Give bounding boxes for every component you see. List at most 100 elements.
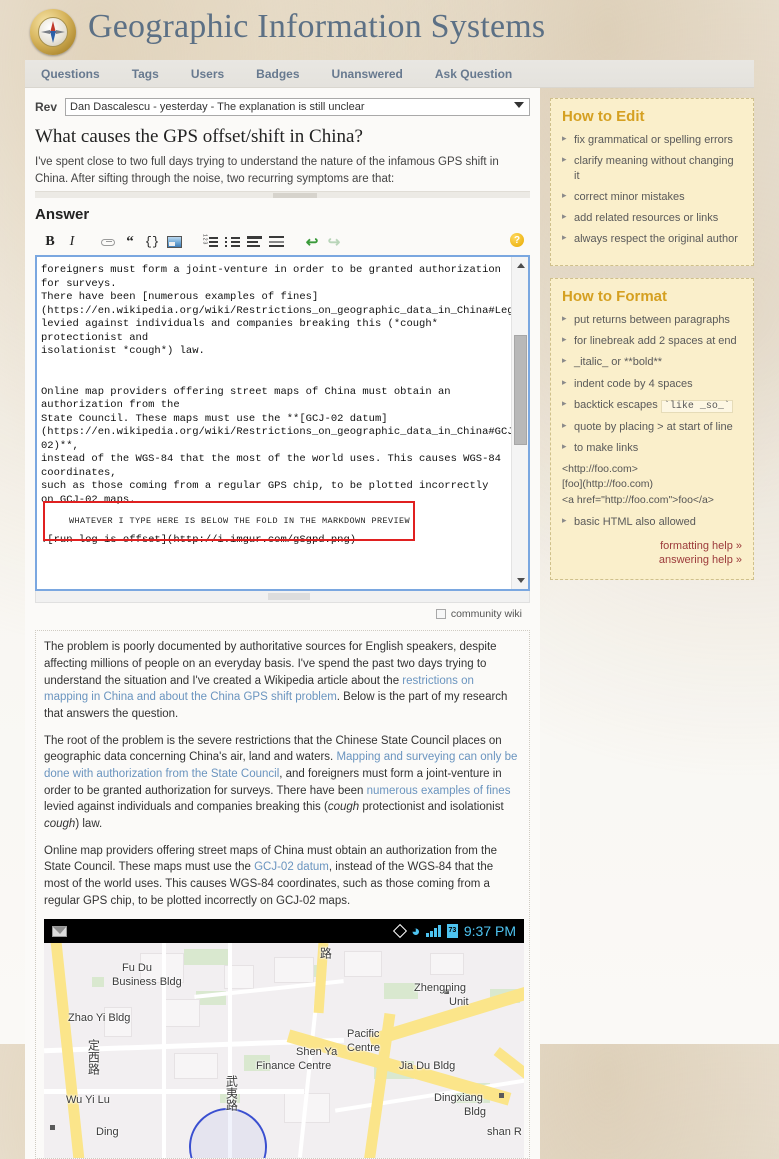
preview-paragraph: The root of the problem is the severe re…: [44, 733, 521, 833]
preview-text: levied against individuals and companies…: [44, 801, 328, 814]
gmail-icon: [52, 925, 67, 937]
revision-label: Rev: [35, 100, 58, 114]
how-to-format-list: put returns between paragraphs for lineb…: [562, 313, 742, 530]
undo-button[interactable]: ↩: [301, 233, 323, 251]
list-item: correct minor mistakes: [562, 190, 742, 204]
horizontal-rule-button[interactable]: [265, 233, 287, 251]
backtick-label: backtick escapes: [574, 398, 658, 411]
how-to-edit-title: How to Edit: [562, 108, 645, 125]
list-item: clarify meaning without changing it: [562, 154, 742, 183]
nav-item-questions[interactable]: Questions: [37, 67, 116, 81]
community-wiki-label: community wiki: [450, 608, 522, 621]
scroll-up-icon[interactable]: [512, 257, 529, 274]
compass-icon: [30, 9, 76, 55]
redo-button[interactable]: ↪: [323, 233, 345, 251]
revision-selected-value: Dan Dascalescu - yesterday - The explana…: [70, 101, 365, 113]
list-item: always respect the original author: [562, 232, 742, 246]
sidebar: How to Edit fix grammatical or spelling …: [540, 88, 754, 592]
map-label: Finance Centre: [256, 1060, 332, 1073]
nav-item-badges[interactable]: Badges: [240, 67, 315, 81]
formatting-help-link[interactable]: formatting help »: [562, 540, 742, 552]
map-label: Ding: [96, 1126, 119, 1139]
heading-icon: [246, 236, 262, 248]
editor-horizontal-scrollbar[interactable]: [35, 591, 530, 604]
blockquote-button[interactable]: “: [119, 233, 141, 251]
map-label: Zhao Yi Bldg: [68, 1012, 131, 1025]
help-icon[interactable]: ?: [510, 233, 524, 248]
android-status-bar: ◕ 73 9:37 PM: [44, 919, 524, 944]
scroll-down-icon[interactable]: [512, 572, 529, 589]
list-item: basic HTML also allowed: [562, 515, 742, 529]
link-button[interactable]: [97, 233, 119, 251]
image-button[interactable]: [163, 233, 185, 251]
link-icon: [101, 238, 115, 246]
community-wiki-row[interactable]: community wiki: [35, 608, 522, 620]
heading-button[interactable]: [243, 233, 265, 251]
preview-text: protectionist and isolationist: [359, 801, 504, 814]
wifi-icon: ◕: [411, 922, 421, 940]
masthead: Geographic Information Systems: [0, 0, 779, 60]
list-item: for linebreak add 2 spaces at end: [562, 334, 742, 348]
how-to-format-title: How to Format: [562, 287, 667, 305]
clipped-line: [41, 260, 507, 264]
scrollbar-thumb[interactable]: [514, 335, 527, 446]
embedded-screenshot: ◕ 73 9:37 PM Fu Du Business Bldg Zhao Yi…: [44, 919, 524, 1159]
how-to-format-panel: How to Format put returns between paragr…: [550, 277, 754, 580]
preview-link[interactable]: GCJ-02 datum: [254, 861, 329, 873]
question-body: I've spent close to two full days trying…: [35, 156, 499, 185]
question-title[interactable]: What causes the GPS offset/shift in Chin…: [35, 126, 530, 148]
preview-emphasis: cough: [327, 801, 360, 814]
list-item: to make links: [562, 441, 742, 455]
how-to-edit-panel: How to Edit fix grammatical or spelling …: [550, 98, 754, 266]
question-clip-scrollbar[interactable]: [35, 191, 530, 199]
map-label: 定西路: [86, 1039, 101, 1076]
revision-select[interactable]: Dan Dascalescu - yesterday - The explana…: [65, 98, 530, 116]
location-icon: [393, 924, 408, 939]
list-item: fix grammatical or spelling errors: [562, 133, 742, 147]
answering-help-link[interactable]: answering help »: [562, 554, 742, 566]
backtick-code: `like _so_`: [660, 399, 733, 413]
ordered-list-button[interactable]: [199, 233, 221, 251]
map-image: Fu Du Business Bldg Zhao Yi Bldg 定西路 Wu Yi L…: [44, 943, 524, 1159]
ordered-list-icon: [203, 234, 218, 248]
code-button[interactable]: {}: [141, 233, 163, 251]
map-label: Jia Du Bldg: [399, 1060, 456, 1073]
map-label: Wu Yi Lu: [66, 1094, 110, 1107]
italic-button[interactable]: I: [61, 233, 83, 251]
preview-emphasis: cough: [44, 818, 76, 831]
nav-item-tags[interactable]: Tags: [116, 67, 175, 81]
below-the-fold-highlight: WHATEVER I TYPE HERE IS BELOW THE FOLD I…: [43, 501, 415, 542]
map-label: Business Bldg: [112, 976, 182, 989]
site-logo[interactable]: [30, 9, 76, 55]
markdown-toolbar: B I “ {} ↩ ↪ ?: [35, 231, 530, 253]
nav-item-users[interactable]: Users: [175, 67, 240, 81]
list-item-backtick: backtick escapes `like _so_`: [562, 398, 742, 413]
markdown-editor[interactable]: foreigners must form a joint-venture in …: [35, 255, 530, 592]
bold-button[interactable]: B: [39, 233, 61, 251]
map-label: 武夷路: [224, 1075, 239, 1112]
preview-link[interactable]: numerous examples of fines: [367, 785, 511, 797]
link-example: <http://foo.com>: [562, 462, 638, 475]
battery-icon: 73: [446, 924, 458, 939]
link-example: <a href="http://foo.com">foo</a>: [562, 493, 714, 506]
unordered-list-button[interactable]: [221, 233, 243, 251]
map-label: Unit: [449, 996, 469, 1009]
list-item: put returns between paragraphs: [562, 313, 742, 327]
answer-heading: Answer: [35, 206, 90, 224]
list-item: add related resources or links: [562, 211, 742, 225]
nav-item-ask-question[interactable]: Ask Question: [419, 67, 528, 81]
list-item: quote by placing > at start of line: [562, 420, 742, 434]
community-wiki-checkbox[interactable]: [435, 609, 446, 620]
main-navigation: Questions Tags Users Badges Unanswered A…: [25, 60, 754, 88]
how-to-edit-list: fix grammatical or spelling errors clari…: [562, 133, 742, 247]
nav-item-unanswered[interactable]: Unanswered: [316, 67, 419, 81]
below-the-fold-note: WHATEVER I TYPE HERE IS BELOW THE FOLD I…: [69, 516, 411, 527]
list-item: indent code by 4 spaces: [562, 377, 742, 391]
link-example: [foo](http://foo.com): [562, 478, 654, 491]
editor-vertical-scrollbar[interactable]: [511, 257, 529, 590]
revision-row: Rev Dan Dascalescu - yesterday - The exp…: [35, 98, 530, 116]
page-shell: Rev Dan Dascalescu - yesterday - The exp…: [25, 88, 754, 1159]
map-label: Bldg: [464, 1106, 487, 1119]
signal-bars-icon: [426, 925, 441, 938]
chevron-down-icon: [514, 102, 524, 108]
